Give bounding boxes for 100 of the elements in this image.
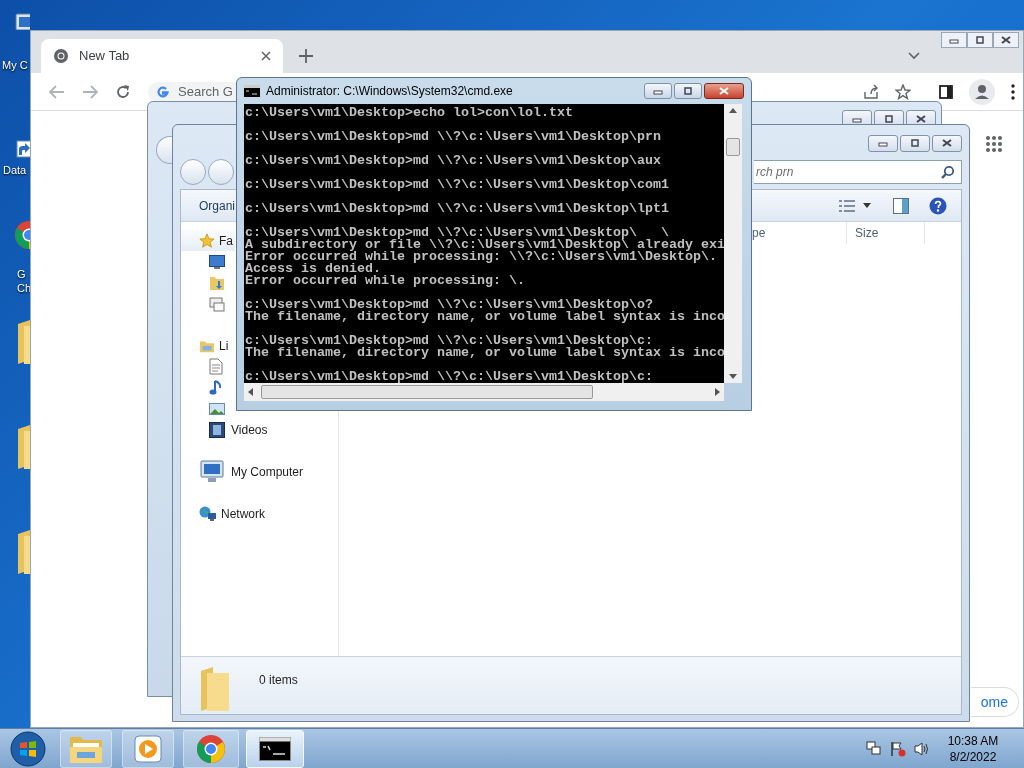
scroll-right-icon[interactable] [715,388,720,396]
scroll-down-icon[interactable] [729,374,737,379]
minimize-icon [652,87,664,95]
share-icon[interactable] [863,84,879,100]
close-icon[interactable] [261,51,271,61]
sidebar-item[interactable]: Li [219,336,229,355]
close-button[interactable] [704,83,744,99]
dropdown-caret-icon[interactable] [908,52,920,60]
music-icon [209,379,223,396]
maximize-icon [974,36,986,44]
videos-icon [209,421,225,438]
maximize-icon [883,114,895,123]
close-icon [718,87,730,95]
search-field[interactable]: rch prn [754,160,962,184]
close-icon [915,114,927,123]
documents-icon [209,358,223,375]
star-icon[interactable] [895,84,911,100]
console-line: c:\Users\vm1\Desktop>md \\?\c:\Users\vm1\Desktop\c: [245,371,653,383]
pictures-icon [209,402,225,415]
side-panel-icon[interactable] [939,85,953,99]
chrome-icon [196,734,226,764]
desktop-icon-label[interactable]: G Ch [17,267,30,295]
column-header[interactable]: Size [847,222,925,244]
search-icon [941,165,955,179]
console-line: c:\Users\vm1\Desktop>md \\?\c:\Users\vm1\Desktop\o? [245,299,653,311]
clock-date: 8/2/2022 [949,749,997,765]
chrome-icon [53,48,69,64]
console-line: c:\Users\vm1\Desktop>md \\?\c:\Users\vm1\Desktop\aux [245,155,661,167]
volume-icon[interactable] [914,741,930,757]
folder-icon[interactable] [16,530,30,574]
clock-time: 10:38 AM [947,733,999,749]
maximize-button[interactable] [900,134,930,152]
desktop-icon-label[interactable]: Data [3,163,30,177]
start-orb-icon [10,731,46,767]
scroll-left-icon[interactable] [248,388,253,396]
console-line: Error occurred while processing: \. [245,275,525,287]
customize-button[interactable]: ome [971,687,1019,717]
minimize-button[interactable] [868,134,898,152]
new-tab-icon[interactable] [299,49,313,63]
close-button[interactable] [993,32,1019,48]
maximize-icon [909,139,921,147]
sidebar-item[interactable]: Videos [231,420,268,439]
organize-menu[interactable]: Organi [199,196,236,215]
computer-icon[interactable] [14,12,30,30]
sidebar-item[interactable]: Network [221,504,265,523]
maximize-icon [682,87,694,95]
console-line: c:\Users\vm1\Desktop>md \\?\c:\Users\vm1\Desktop\prn [245,131,661,143]
console-line: A subdirectory or file \\?\c:\Users\vm1\Desktop\ already exi [245,239,724,251]
downloads-icon [209,274,225,291]
flag-icon[interactable] [890,741,906,757]
recent-icon [209,295,225,312]
minimize-button[interactable] [644,83,672,99]
console-line: The filename, directory name, or volume label syntax is inco [245,311,724,323]
desktop-icon-label[interactable]: My C [2,58,30,72]
close-icon [941,139,953,147]
view-list-icon[interactable] [839,198,855,213]
google-g-icon [156,85,170,99]
close-icon [1000,36,1012,44]
apps-grid-icon[interactable] [985,135,1003,153]
menu-icon[interactable] [1011,84,1015,100]
scroll-thumb[interactable] [261,385,593,399]
console-line: Error occurred while processing: \\?\c:\Users\vm1\Desktop\. [245,251,717,263]
terminal-icon [244,85,260,97]
folder-icon [69,734,103,764]
console-line: c:\Users\vm1\Desktop>md \\?\c:\Users\vm1\Desktop\lpt1 [245,203,669,215]
window-title: Administrator: C:\Windows\System32\cmd.exe [266,83,513,100]
help-icon[interactable] [929,196,947,215]
computer-icon [199,458,227,485]
console-line: The filename, directory name, or volume label syntax is inco [245,347,724,359]
console-line: c:\Users\vm1\Desktop>md \\?\c:\Users\vm1\Desktop\com1 [245,179,669,191]
terminal-icon [259,737,291,761]
sidebar-item[interactable]: My Computer [231,462,304,481]
clock[interactable]: 10:38 AM 8/2/2022 [938,733,1008,765]
media-player-icon [134,735,162,763]
horizontal-scrollbar[interactable] [244,383,724,401]
shortcut-icon[interactable] [16,140,30,158]
taskbar-button[interactable] [246,730,304,768]
desktop-icon [209,254,225,269]
console-line: Access is denied. [245,263,381,275]
scroll-thumb[interactable] [726,138,740,156]
preview-pane-icon[interactable] [893,197,909,214]
vertical-scrollbar[interactable] [724,104,742,383]
browser-tab[interactable]: New Tab [41,39,283,73]
favorites-icon [199,232,215,249]
maximize-button[interactable] [967,32,993,48]
folder-icon[interactable] [16,320,30,364]
console-line: c:\Users\vm1\Desktop>md \\?\c:\Users\vm1\Desktop\c: [245,335,653,347]
maximize-button[interactable] [674,83,702,99]
network-icon[interactable] [866,741,882,757]
caret-icon[interactable] [863,203,871,208]
folder-icon [199,667,229,711]
folder-icon[interactable] [16,425,30,469]
scroll-up-icon[interactable] [729,108,737,113]
profile-icon[interactable] [969,79,995,105]
close-button[interactable] [932,134,962,152]
reload-icon[interactable] [115,84,131,100]
console-line: c:\Users\vm1\Desktop>md \\?\c:\Users\vm1\Desktop\ \ [245,227,669,239]
minimize-icon [877,139,889,147]
minimize-icon [948,36,960,44]
console-line: c:\Users\vm1\Desktop>echo lol>con\lol.txt [245,107,573,119]
